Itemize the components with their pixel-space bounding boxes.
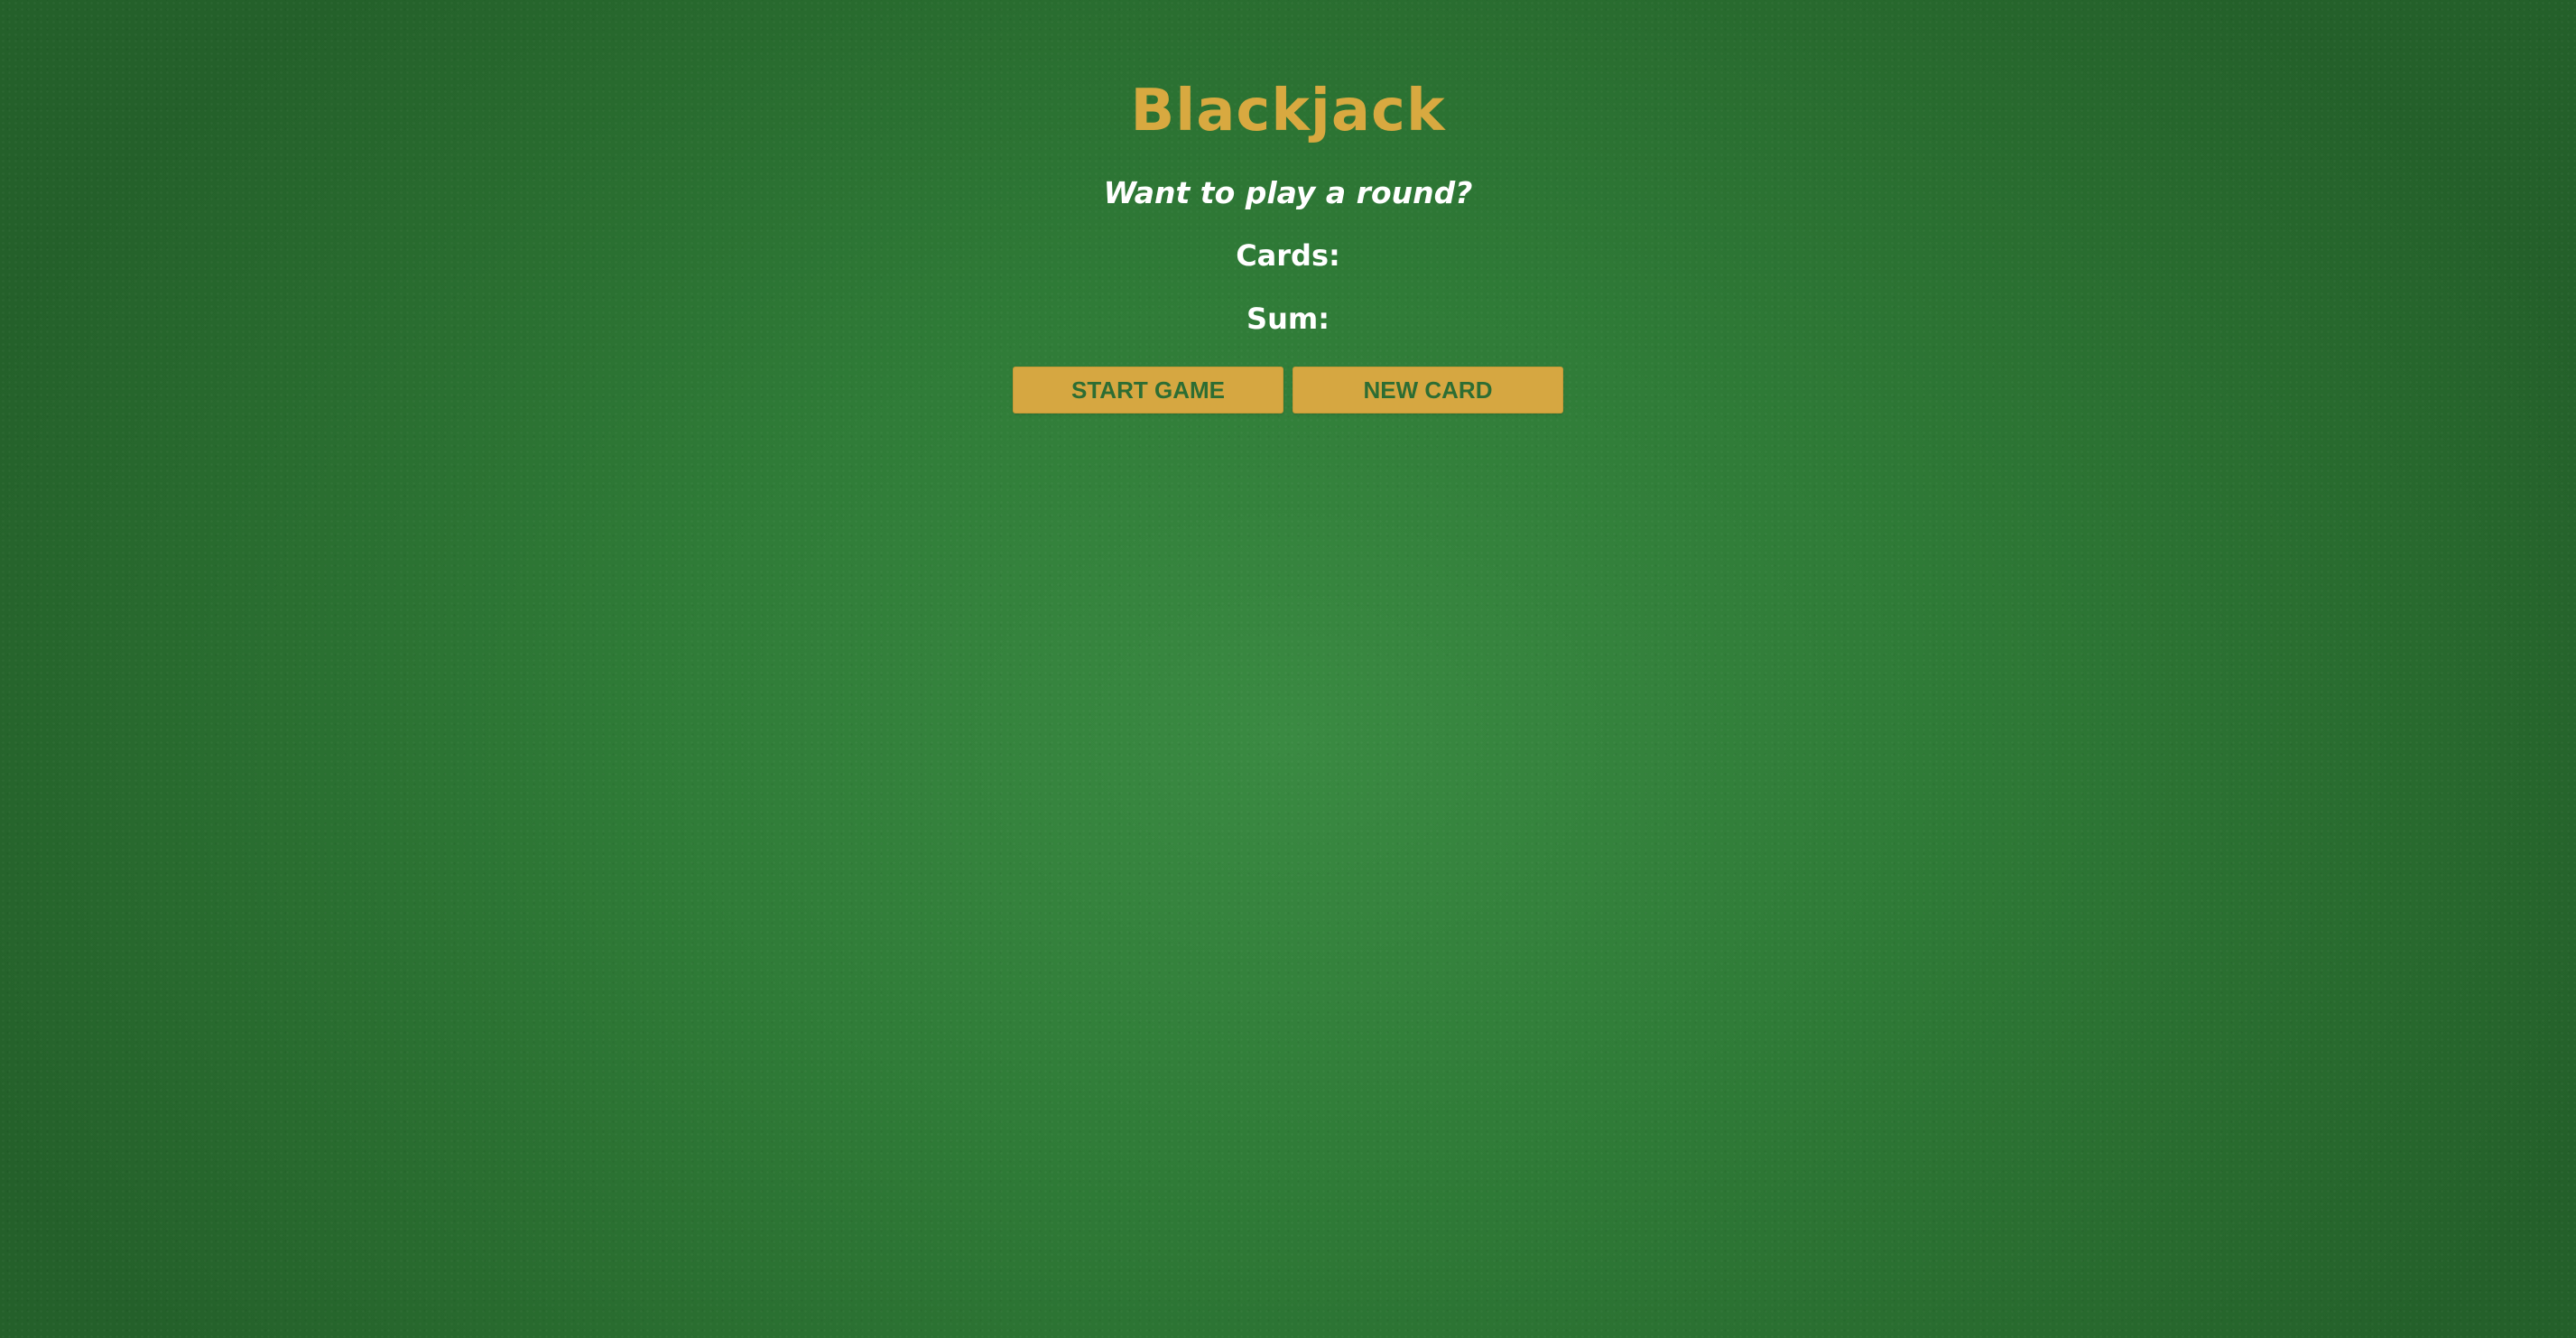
- sum-label: Sum:: [1246, 302, 1330, 336]
- cards-display: Cards:: [0, 235, 2576, 276]
- start-game-button[interactable]: START GAME: [1013, 367, 1283, 413]
- new-card-button[interactable]: NEW CARD: [1293, 367, 1563, 413]
- game-table: Blackjack Want to play a round? Cards: S…: [0, 0, 2576, 413]
- game-title: Blackjack: [1130, 78, 1446, 144]
- sum-display: Sum:: [0, 298, 2576, 339]
- button-row: START GAME NEW CARD: [0, 367, 2576, 413]
- message-text: Want to play a round?: [1103, 175, 1473, 210]
- cards-label: Cards:: [1236, 238, 1340, 273]
